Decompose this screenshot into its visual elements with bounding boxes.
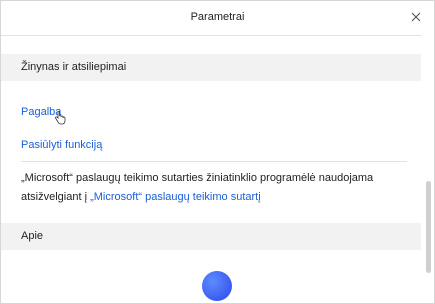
settings-window: Parametrai Žinynas ir atsiliepimai Pagal… [0, 0, 435, 304]
scrollbar-thumb[interactable] [426, 181, 431, 273]
window-title: Parametrai [190, 11, 245, 23]
section-header-about: Apie [1, 223, 421, 250]
terms-description: „Microsoft“ paslaugų teikimo sutarties ž… [21, 169, 411, 207]
blue-circle-logo [202, 271, 232, 301]
scrollbar[interactable] [422, 35, 434, 303]
section-header-help: Žinynas ir atsiliepimai [1, 54, 421, 81]
close-icon [411, 12, 421, 22]
title-bar: Parametrai [1, 1, 434, 36]
section-title-help: Žinynas ir atsiliepimai [21, 61, 127, 73]
section-title-about: Apie [21, 230, 44, 242]
divider [21, 161, 407, 162]
suggest-feature-link[interactable]: Pasiūlyti funkciją [21, 139, 102, 151]
close-button[interactable] [408, 9, 424, 25]
terms-link[interactable]: „Microsoft“ paslaugų teikimo sutartį [90, 191, 261, 203]
hand-pointer-icon [54, 110, 66, 130]
